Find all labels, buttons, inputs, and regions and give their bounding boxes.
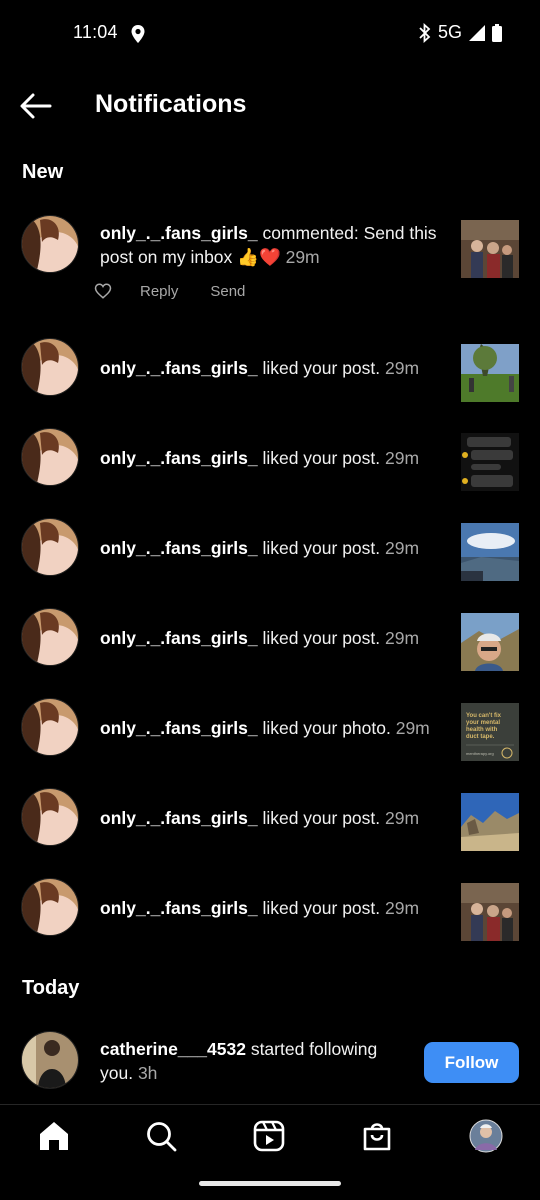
quote-card-image: You can't fix your mental health with du… [461,703,519,761]
notification-action: liked your post. [257,538,381,558]
avatar[interactable] [21,428,79,486]
username[interactable]: only_._.fans_girls_ [100,808,258,828]
notification-text: only_._.fans_girls_ liked your post. 29m [100,536,445,560]
status-icons: 5G [418,22,502,43]
notification-action: liked your post. [257,898,381,918]
username[interactable]: only_._.fans_girls_ [100,538,258,558]
post-thumbnail[interactable]: You can't fix your mental health with du… [461,703,519,761]
username[interactable]: only_._.fans_girls_ [100,358,258,378]
status-time: 11:04 [73,22,118,42]
username[interactable]: only_._.fans_girls_ [100,628,258,648]
notification-time: 29m [380,538,420,558]
notification-time: 29m [380,448,420,468]
notification-time: 29m [380,898,420,918]
notification-action: liked your post. [257,358,381,378]
post-thumbnail[interactable] [461,344,519,402]
signal-icon [469,24,485,41]
notification-text: catherine___4532 started following you. … [100,1037,400,1085]
send-link[interactable]: Send [210,283,245,300]
username[interactable]: only_._.fans_girls_ [100,718,258,738]
notification-text: only_._.fans_girls_ liked your post. 29m [100,356,445,380]
avatar[interactable] [21,338,79,396]
avatar[interactable] [21,518,79,576]
avatar[interactable] [21,788,79,846]
home-icon[interactable] [37,1119,71,1153]
post-thumbnail[interactable] [461,883,519,941]
svg-text:You can't fix: You can't fix [466,713,502,719]
post-thumbnail[interactable] [461,220,519,278]
notification-time: 3h [133,1063,158,1083]
avatar[interactable] [21,1031,79,1089]
location-icon [131,25,145,43]
comment-actions: Reply Send [94,282,245,300]
username[interactable]: only_._.fans_girls_ [100,448,258,468]
network-type: 5G [437,22,462,42]
svg-text:health with: health with [466,727,498,733]
avatar[interactable] [21,698,79,756]
post-thumbnail[interactable] [461,793,519,851]
notification-time: 29m [380,628,420,648]
svg-text:your mental: your mental [466,720,500,726]
notification-time: 29m [380,358,420,378]
avatar[interactable] [21,878,79,936]
notification-time: 29m [390,718,430,738]
post-thumbnail[interactable] [461,613,519,671]
notification-text: only_._.fans_girls_ liked your post. 29m [100,896,445,920]
username[interactable]: only_._.fans_girls_ [100,898,258,918]
svg-text:duct tape.: duct tape. [466,734,495,740]
like-comment-heart-icon[interactable] [94,282,112,300]
notification-action: liked your photo. [257,718,391,738]
notification-text: only_._.fans_girls_ commented: Send this… [100,221,445,269]
section-title-today: Today [22,977,80,999]
reels-icon[interactable] [252,1119,286,1153]
follow-button[interactable]: Follow [424,1042,519,1083]
page-title: Notifications [95,90,247,118]
svg-text:mentherapy.org: mentherapy.org [466,751,494,756]
username[interactable]: only_._.fans_girls_ [100,223,258,243]
back-arrow-icon[interactable] [18,88,54,124]
profile-avatar[interactable] [469,1119,503,1153]
search-icon[interactable] [144,1119,178,1153]
section-title-new: New [22,161,64,183]
username[interactable]: catherine___4532 [100,1039,246,1059]
status-bar: 11:04 5G [0,0,540,68]
notification-time: 29m [280,247,320,267]
avatar[interactable] [21,608,79,666]
post-thumbnail[interactable] [461,523,519,581]
notification-time: 29m [380,808,420,828]
avatar[interactable] [21,215,79,273]
reply-link[interactable]: Reply [140,283,178,300]
home-indicator[interactable] [199,1181,341,1186]
post-thumbnail[interactable] [461,433,519,491]
notification-text: only_._.fans_girls_ liked your post. 29m [100,806,445,830]
notification-text: only_._.fans_girls_ liked your post. 29m [100,626,445,650]
notification-action: liked your post. [257,808,381,828]
notification-text: only_._.fans_girls_ liked your post. 29m [100,446,445,470]
bluetooth-icon [419,22,431,43]
notification-action: liked your post. [257,628,381,648]
notification-text: only_._.fans_girls_ liked your photo. 29… [100,716,445,740]
battery-icon [492,23,502,42]
header: Notifications [0,80,540,132]
notification-action: liked your post. [257,448,381,468]
shop-icon[interactable] [360,1119,394,1153]
